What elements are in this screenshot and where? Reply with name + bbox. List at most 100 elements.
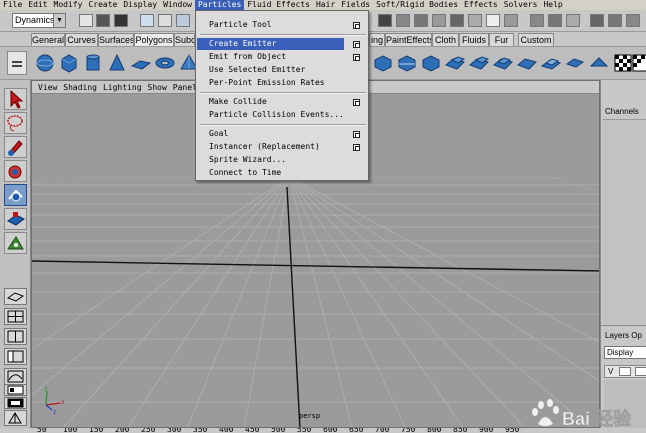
render-settings-icon[interactable]	[566, 14, 580, 27]
lock-selection-icon[interactable]	[378, 14, 392, 27]
layer-row[interactable]: V	[604, 365, 646, 378]
option-box-icon[interactable]	[353, 131, 360, 138]
tab-curves[interactable]: Curves	[65, 33, 98, 46]
magnet-icon[interactable]	[486, 14, 500, 27]
snap-curve-icon[interactable]	[432, 14, 446, 27]
menu-modify[interactable]: Modify	[51, 0, 86, 10]
menu-effects[interactable]: Effects	[461, 0, 501, 10]
layer-type-cell[interactable]	[619, 367, 631, 376]
tab-polygons[interactable]: Polygons	[134, 33, 174, 46]
menu-item-use-selected-emitter[interactable]: Use Selected Emitter	[197, 64, 367, 76]
option-box-icon[interactable]	[353, 54, 360, 61]
menu-display[interactable]: Display	[120, 0, 160, 10]
poly-cylinder-icon[interactable]	[82, 52, 104, 74]
tool-settings-toggle-icon[interactable]	[626, 14, 640, 27]
menu-item-goal[interactable]: Goal	[197, 128, 367, 140]
menu-soft-rigid-bodies[interactable]: Soft/Rigid Bodies	[373, 0, 461, 10]
menu-item-instancer[interactable]: Instancer (Replacement)	[197, 141, 367, 153]
menu-create[interactable]: Create	[85, 0, 120, 10]
poly-combine-icon[interactable]	[492, 52, 514, 74]
menu-solvers[interactable]: Solvers	[501, 0, 541, 10]
poly-extrude-icon[interactable]	[372, 52, 394, 74]
layout-render-view[interactable]	[4, 397, 27, 409]
option-box-icon[interactable]	[353, 41, 360, 48]
paint-select-tool[interactable]	[4, 136, 27, 158]
panel-menu-lighting[interactable]: Lighting	[100, 83, 145, 92]
channel-box-toggle-icon[interactable]	[590, 14, 604, 27]
poly-plane-icon[interactable]	[130, 52, 152, 74]
panel-menu-view[interactable]: View	[35, 83, 60, 92]
snap-plane-icon[interactable]	[468, 14, 482, 27]
poly-cube-icon[interactable]	[58, 52, 80, 74]
new-scene-icon[interactable]	[79, 14, 93, 27]
layout-outliner[interactable]	[4, 348, 27, 365]
poly-merge-icon[interactable]	[444, 52, 466, 74]
layout-single-pane[interactable]	[4, 288, 27, 305]
menu-particles[interactable]: Particles	[194, 0, 245, 10]
save-scene-icon[interactable]	[114, 14, 128, 27]
snap-grid-icon[interactable]	[414, 14, 428, 27]
attribute-editor-toggle-icon[interactable]	[608, 14, 622, 27]
layout-custom[interactable]	[4, 410, 27, 426]
poly-cone-icon[interactable]	[106, 52, 128, 74]
layout-graph-editor[interactable]	[4, 368, 27, 385]
option-box-icon[interactable]	[353, 22, 360, 29]
panel-menu-shading[interactable]: Shading	[60, 83, 100, 92]
menu-fields[interactable]: Fields	[338, 0, 373, 10]
menu-edit[interactable]: Edit	[25, 0, 50, 10]
option-box-icon[interactable]	[353, 144, 360, 151]
menu-item-per-point-emission-rates[interactable]: Per-Point Emission Rates	[197, 77, 367, 89]
select-tool[interactable]	[4, 88, 27, 110]
select-hierarchy-icon[interactable]	[140, 14, 154, 27]
menu-item-particle-tool[interactable]: Particle Tool	[197, 19, 367, 31]
menu-item-emit-from-object[interactable]: Emit from Object	[197, 51, 367, 63]
shelf-menu-toggle[interactable]	[7, 51, 27, 75]
checker-uv-icon[interactable]	[630, 52, 646, 74]
snap-point-icon[interactable]	[450, 14, 464, 27]
layer-color-cell[interactable]	[635, 367, 646, 376]
tab-painteffects[interactable]: PaintEffects	[385, 33, 432, 46]
poly-sphere-icon[interactable]	[34, 52, 56, 74]
menu-item-make-collide[interactable]: Make Collide	[197, 96, 367, 108]
menu-help[interactable]: Help	[540, 0, 565, 10]
tab-subd[interactable]: Subc	[174, 33, 195, 46]
tab-fur[interactable]: Fur	[489, 33, 514, 46]
ipr-render-icon[interactable]	[548, 14, 562, 27]
tab-surfaces[interactable]: Surfaces	[98, 33, 134, 46]
history-icon[interactable]	[504, 14, 518, 27]
menu-item-sprite-wizard[interactable]: Sprite Wizard...	[197, 154, 367, 166]
menu-file[interactable]: File	[0, 0, 25, 10]
poly-bevel-icon[interactable]	[420, 52, 442, 74]
layers-menu[interactable]: Layers Op	[605, 331, 642, 340]
tab-fluids[interactable]: Fluids	[459, 33, 489, 46]
lasso-tool[interactable]	[4, 112, 27, 134]
poly-bridge-icon[interactable]	[540, 52, 562, 74]
layout-two-panes[interactable]	[4, 328, 27, 345]
manipulator-tool[interactable]	[4, 232, 27, 254]
render-icon[interactable]	[530, 14, 544, 27]
layout-hypershade[interactable]	[4, 384, 27, 396]
select-object-icon[interactable]	[158, 14, 172, 27]
poly-triangulate-icon[interactable]	[588, 52, 610, 74]
tab-cloth[interactable]: Cloth	[432, 33, 459, 46]
move-tool[interactable]	[4, 160, 27, 182]
menu-fluid-effects[interactable]: Fluid Effects	[244, 0, 313, 10]
tab-rendering[interactable]: ing	[369, 33, 385, 46]
highlight-selection-icon[interactable]	[396, 14, 410, 27]
open-scene-icon[interactable]	[96, 14, 110, 27]
poly-separate-icon[interactable]	[516, 52, 538, 74]
menu-set-select[interactable]: Dynamics ▼	[12, 13, 66, 28]
poly-append-icon[interactable]	[564, 52, 586, 74]
rotate-tool[interactable]	[4, 184, 27, 206]
tab-general[interactable]: General	[31, 33, 65, 46]
layer-mode-select[interactable]: Display	[604, 346, 646, 359]
poly-torus-icon[interactable]	[154, 52, 176, 74]
menu-window[interactable]: Window	[160, 0, 195, 10]
poly-smooth-icon[interactable]	[468, 52, 490, 74]
menu-item-create-emitter[interactable]: Create Emitter	[197, 38, 344, 50]
panel-menu-show[interactable]: Show	[145, 83, 170, 92]
select-component-icon[interactable]	[176, 14, 190, 27]
tab-custom[interactable]: Custom	[518, 33, 554, 46]
option-box-icon[interactable]	[353, 99, 360, 106]
channels-menu[interactable]: Channels	[605, 107, 639, 116]
